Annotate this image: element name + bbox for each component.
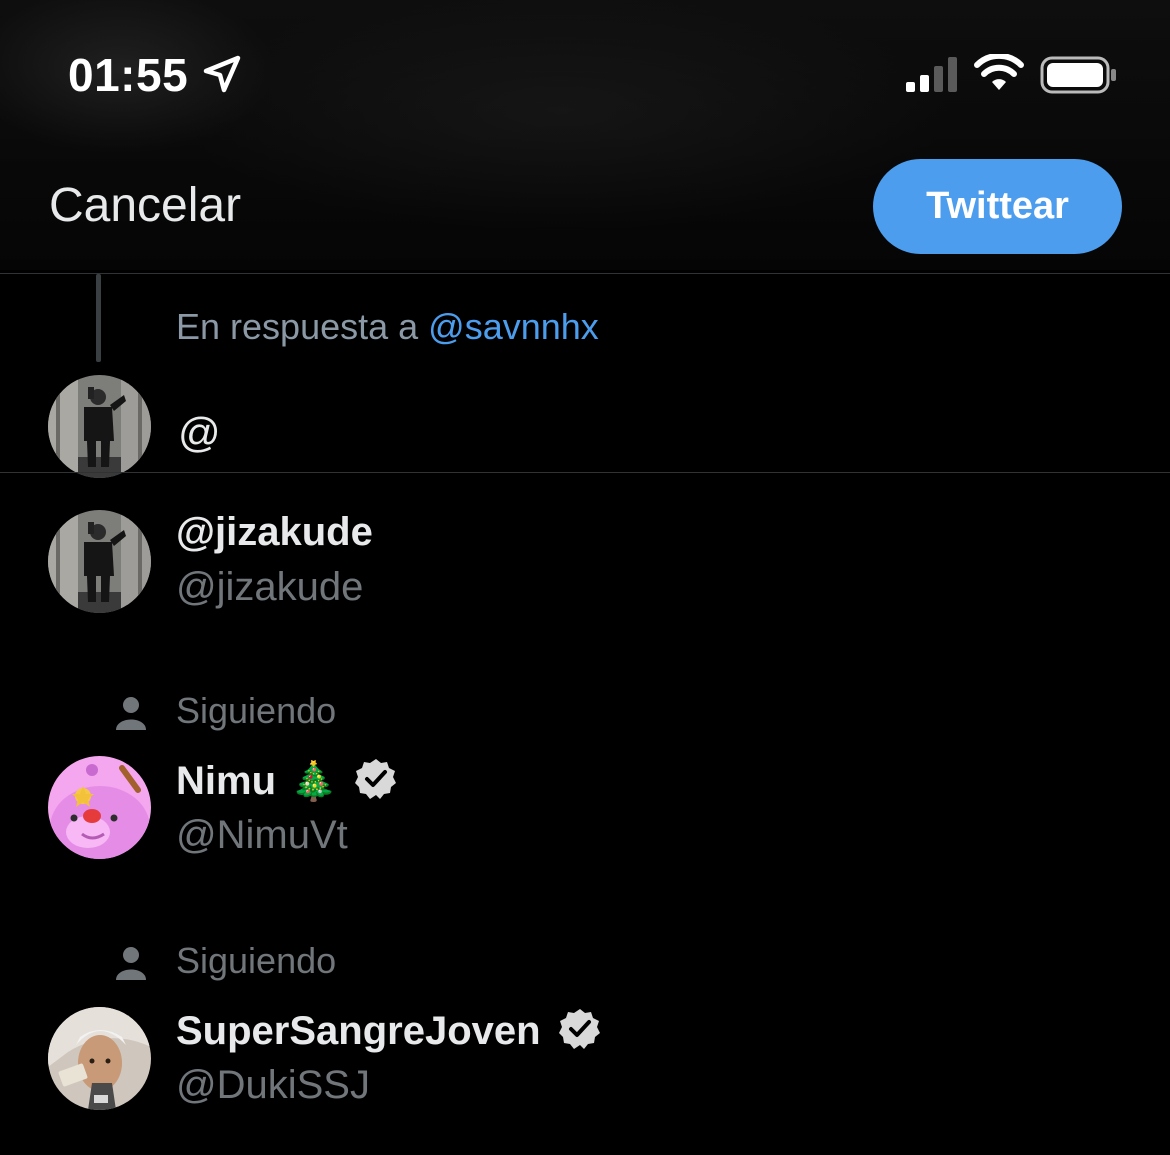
avatar <box>48 375 151 478</box>
display-name: @jizakude <box>176 510 373 554</box>
user-handle: @jizakude <box>176 565 364 609</box>
status-bar: 01:55 <box>0 0 1170 140</box>
clock: 01:55 <box>68 49 189 101</box>
display-name-row: Nimu 🎄 <box>176 758 397 804</box>
verified-badge-icon <box>558 1009 600 1049</box>
user-handle: @DukiSSJ <box>176 1063 370 1107</box>
compose-input[interactable] <box>176 407 1080 459</box>
reply-mention-link[interactable]: @savnnhx <box>428 306 599 347</box>
display-name: SuperSangreJoven <box>176 1009 541 1053</box>
thread-line <box>96 274 101 362</box>
list-item[interactable]: @jizakude @jizakude <box>0 505 1170 625</box>
christmas-tree-emoji: 🎄 <box>290 761 338 803</box>
user-handle: @NimuVt <box>176 813 348 857</box>
following-label: Siguiendo <box>176 690 337 731</box>
header-divider <box>0 273 1170 274</box>
reply-prefix: En respuesta a <box>176 306 429 347</box>
wifi-icon <box>974 54 1024 90</box>
display-name: Nimu <box>176 759 276 803</box>
avatar <box>48 1007 151 1110</box>
display-name-row: SuperSangreJoven <box>176 1008 601 1054</box>
avatar <box>48 756 151 859</box>
avatar <box>48 510 151 613</box>
cellular-signal-icon <box>906 57 957 92</box>
person-icon <box>116 947 146 980</box>
person-icon <box>116 697 146 730</box>
list-item[interactable]: Siguiendo SuperSangreJoven @DukiSSJ <box>0 930 1170 1120</box>
verified-badge-icon <box>355 759 397 799</box>
cancel-button[interactable]: Cancelar <box>49 178 241 233</box>
list-item[interactable]: Siguiendo Nimu 🎄 @NimuVt <box>0 680 1170 870</box>
location-arrow-icon <box>203 55 241 93</box>
battery-icon <box>1040 56 1116 94</box>
following-label: Siguiendo <box>176 940 337 981</box>
tweet-button[interactable]: Twittear <box>873 159 1122 254</box>
compose-divider <box>0 472 1170 473</box>
reply-context: En respuesta a @savnnhx <box>176 306 599 348</box>
